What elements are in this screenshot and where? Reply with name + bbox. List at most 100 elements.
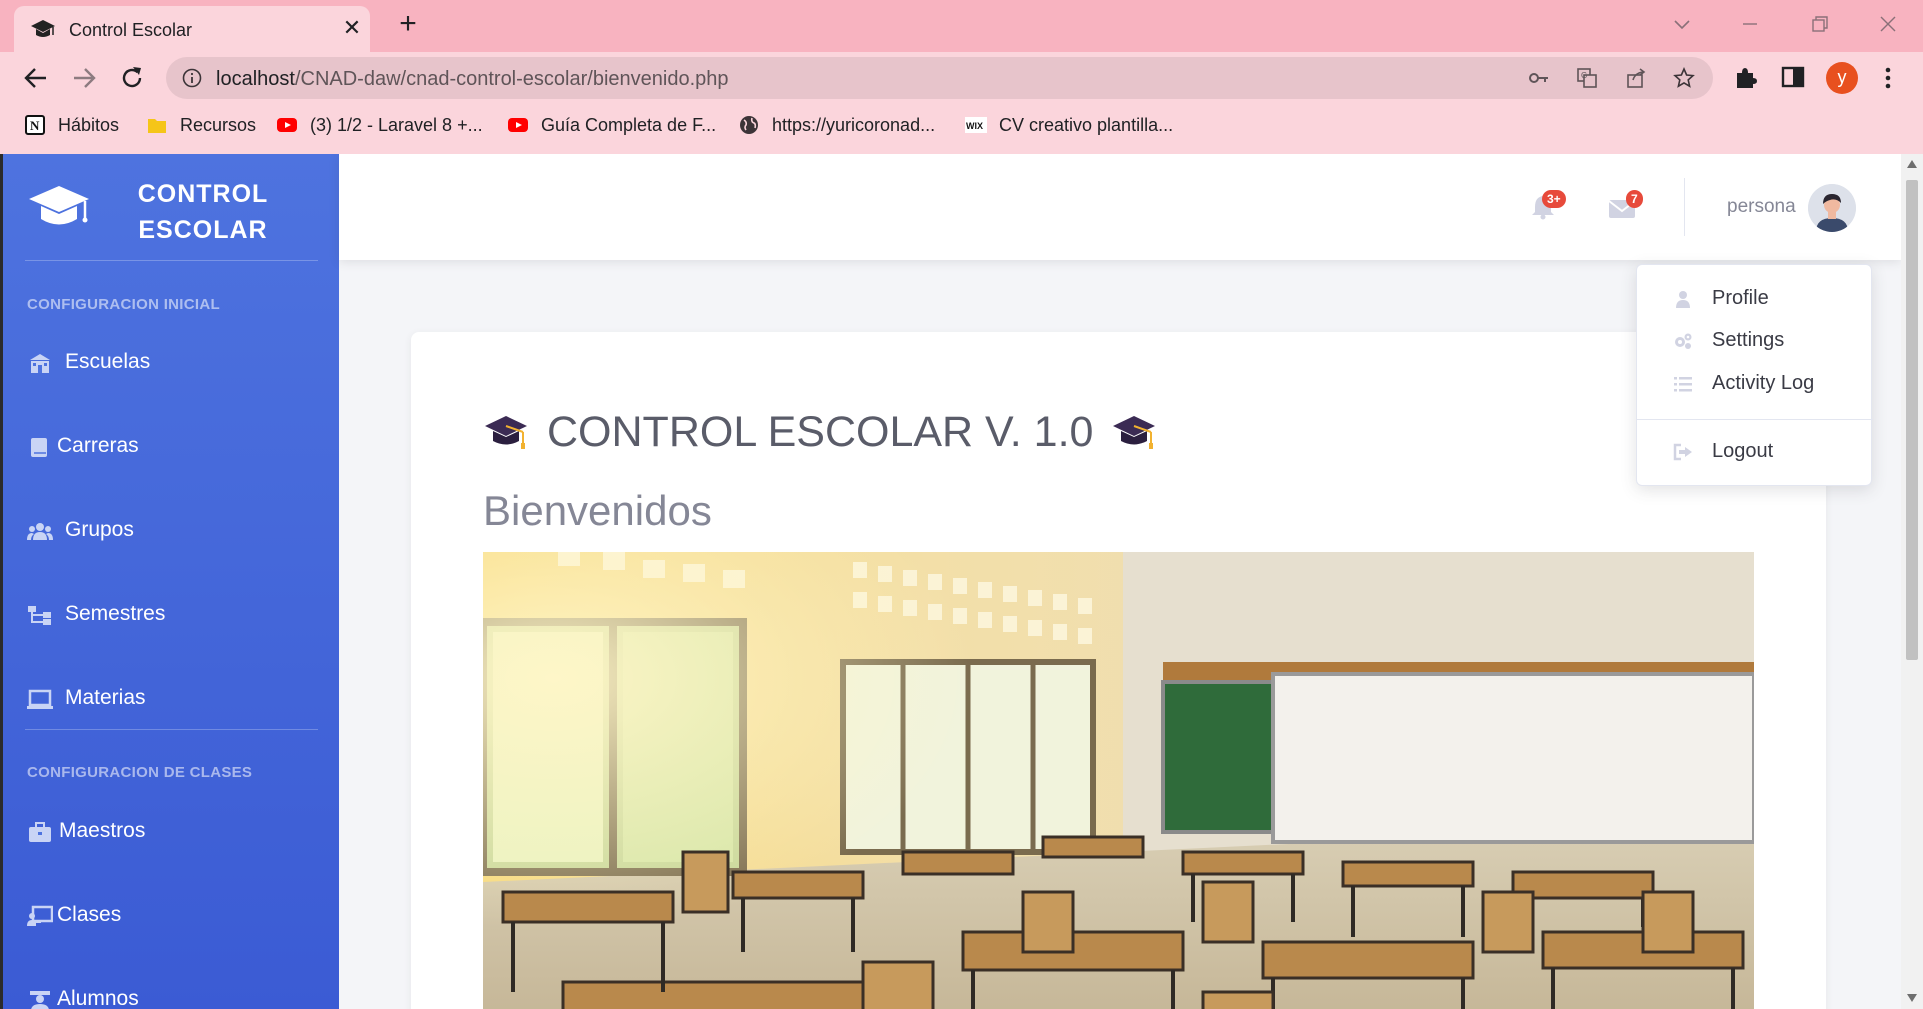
menu-item-activity-log[interactable]: Activity Log	[1637, 366, 1873, 402]
sidebar-item-label: Carreras	[57, 434, 139, 457]
info-icon[interactable]	[182, 68, 202, 88]
bookmark-cv[interactable]: WIX CV creativo plantilla...	[965, 112, 1173, 138]
menu-item-label: Settings	[1712, 329, 1785, 351]
globe-icon	[740, 116, 758, 134]
page-title: CONTROL ESCOLAR V. 1.0	[483, 404, 1157, 460]
bookmark-label: https://yuricoronad...	[772, 114, 936, 135]
close-window-icon[interactable]	[1876, 12, 1900, 36]
new-tab-icon[interactable]: +	[394, 9, 422, 39]
browser-tab[interactable]: Control Escolar ✕	[14, 6, 370, 52]
sidebar-item-clases[interactable]: Clases	[3, 891, 339, 941]
bookmark-label: CV creativo plantilla...	[999, 114, 1174, 135]
more-menu-icon[interactable]	[1878, 64, 1898, 92]
welcome-subtitle: Bienvenidos	[483, 487, 712, 534]
tab-strip: Control Escolar ✕ +	[0, 0, 1923, 52]
graduation-cap-icon	[29, 186, 89, 225]
menu-item-logout[interactable]: Logout	[1637, 434, 1873, 470]
sidebar-item-label: Grupos	[65, 518, 134, 541]
restore-icon[interactable]	[1808, 12, 1832, 36]
user-name[interactable]: persona	[1727, 196, 1796, 218]
messages-badge: 7	[1626, 190, 1643, 208]
minimize-icon[interactable]	[1738, 12, 1762, 36]
youtube-icon	[508, 118, 528, 132]
alerts-badge: 3+	[1542, 190, 1566, 208]
sidebar-brand[interactable]: CONTROL ESCOLAR	[3, 154, 339, 260]
classroom-image	[483, 552, 1754, 1009]
scrollbar-thumb[interactable]	[1906, 180, 1918, 660]
graduation-cap-icon	[31, 20, 55, 37]
svg-text:WIX: WIX	[966, 121, 983, 131]
sidebar-heading-initial: CONFIGURACION INICIAL	[27, 296, 220, 313]
notion-icon: N	[25, 115, 45, 135]
sidebar-item-label: Materias	[65, 686, 146, 709]
tab-title: Control Escolar	[69, 20, 193, 40]
url-path: /CNAD-daw/cnad-control-escolar/bienvenid…	[294, 68, 729, 90]
side-panel-icon[interactable]	[1780, 64, 1806, 90]
key-icon[interactable]	[1528, 67, 1550, 89]
reload-icon[interactable]	[118, 64, 146, 92]
scroll-up-icon[interactable]	[1905, 158, 1919, 170]
book-icon	[31, 438, 47, 457]
sidebar: CONTROL ESCOLAR CONFIGURACION INICIAL Es…	[3, 154, 339, 1009]
url-host: localhost	[216, 68, 295, 90]
sidebar-item-materias[interactable]: Materias	[3, 674, 339, 724]
menu-item-label: Logout	[1712, 440, 1774, 462]
page-viewport: CONTROL ESCOLAR CONFIGURACION INICIAL Es…	[0, 154, 1923, 1009]
student-icon	[30, 991, 50, 1009]
browser-toolbar: localhost/CNAD-daw/cnad-control-escolar/…	[0, 52, 1923, 104]
back-icon[interactable]	[22, 64, 50, 92]
menu-item-settings[interactable]: Settings	[1637, 323, 1873, 359]
forward-icon[interactable]	[70, 64, 98, 92]
sidebar-item-label: Clases	[57, 903, 122, 926]
youtube-icon	[277, 118, 297, 132]
cogs-icon	[1675, 333, 1692, 349]
extensions-icon[interactable]	[1732, 64, 1758, 90]
user-icon	[1676, 291, 1690, 308]
school-icon	[30, 354, 50, 373]
sidebar-item-grupos[interactable]: Grupos	[3, 506, 339, 556]
sidebar-divider	[25, 260, 318, 261]
sidebar-item-escuelas[interactable]: Escuelas	[3, 338, 339, 388]
bookmark-habitos[interactable]: N Hábitos	[24, 112, 119, 138]
wix-icon: WIX	[965, 117, 987, 133]
profile-avatar[interactable]: y	[1826, 62, 1858, 94]
sidebar-item-alumnos[interactable]: Alumnos	[3, 975, 339, 1009]
close-tab-icon[interactable]: ✕	[339, 15, 365, 41]
menu-item-label: Activity Log	[1712, 372, 1815, 394]
bookmark-yuricoronado[interactable]: https://yuricoronad...	[738, 112, 935, 138]
browser-chrome: Control Escolar ✕ + localhost/CNAD-daw/c…	[0, 0, 1923, 154]
translate-icon[interactable]: G	[1576, 67, 1598, 89]
list-icon	[1674, 377, 1692, 392]
address-bar[interactable]: localhost/CNAD-daw/cnad-control-escolar/…	[166, 57, 1713, 99]
bookmark-guia[interactable]: Guía Completa de F...	[507, 112, 716, 138]
sidebar-item-carreras[interactable]: Carreras	[3, 422, 339, 472]
graduation-cap-icon	[1113, 416, 1156, 449]
user-dropdown-menu: Profile Settings Activity Log Logout	[1636, 264, 1873, 486]
sidebar-item-maestros[interactable]: Maestros	[3, 807, 339, 857]
sidebar-item-label: Semestres	[65, 602, 166, 625]
users-icon	[27, 523, 53, 540]
sidebar-heading-classes: CONFIGURACION DE CLASES	[27, 764, 253, 781]
brand-line-2: ESCOLAR	[138, 216, 268, 244]
tab-search-icon[interactable]	[1670, 12, 1694, 36]
url-text[interactable]: localhost/CNAD-daw/cnad-control-escolar/…	[216, 68, 729, 91]
bookmark-laravel[interactable]: (3) 1/2 - Laravel 8 +...	[276, 112, 483, 138]
welcome-card: CONTROL ESCOLAR V. 1.0 Bienvenidos	[411, 332, 1826, 1009]
topbar: 3+ 7 persona	[339, 154, 1901, 260]
folder-icon	[148, 119, 166, 133]
bookmark-label: Guía Completa de F...	[541, 114, 717, 135]
svg-text:N: N	[30, 118, 40, 133]
page-scrollbar[interactable]	[1901, 154, 1923, 1009]
sidebar-item-semestres[interactable]: Semestres	[3, 590, 339, 640]
user-avatar[interactable]	[1808, 184, 1856, 232]
sitemap-icon	[28, 606, 51, 625]
page-title-text: CONTROL ESCOLAR V. 1.0	[547, 407, 1094, 456]
menu-item-label: Profile	[1712, 287, 1769, 309]
sign-out-icon	[1673, 443, 1692, 461]
menu-item-profile[interactable]: Profile	[1637, 281, 1873, 317]
bookmark-star-icon[interactable]	[1673, 67, 1695, 89]
bookmark-recursos[interactable]: Recursos	[146, 112, 256, 138]
share-icon[interactable]	[1625, 67, 1647, 89]
scroll-down-icon[interactable]	[1905, 992, 1919, 1004]
sidebar-divider	[25, 729, 318, 730]
